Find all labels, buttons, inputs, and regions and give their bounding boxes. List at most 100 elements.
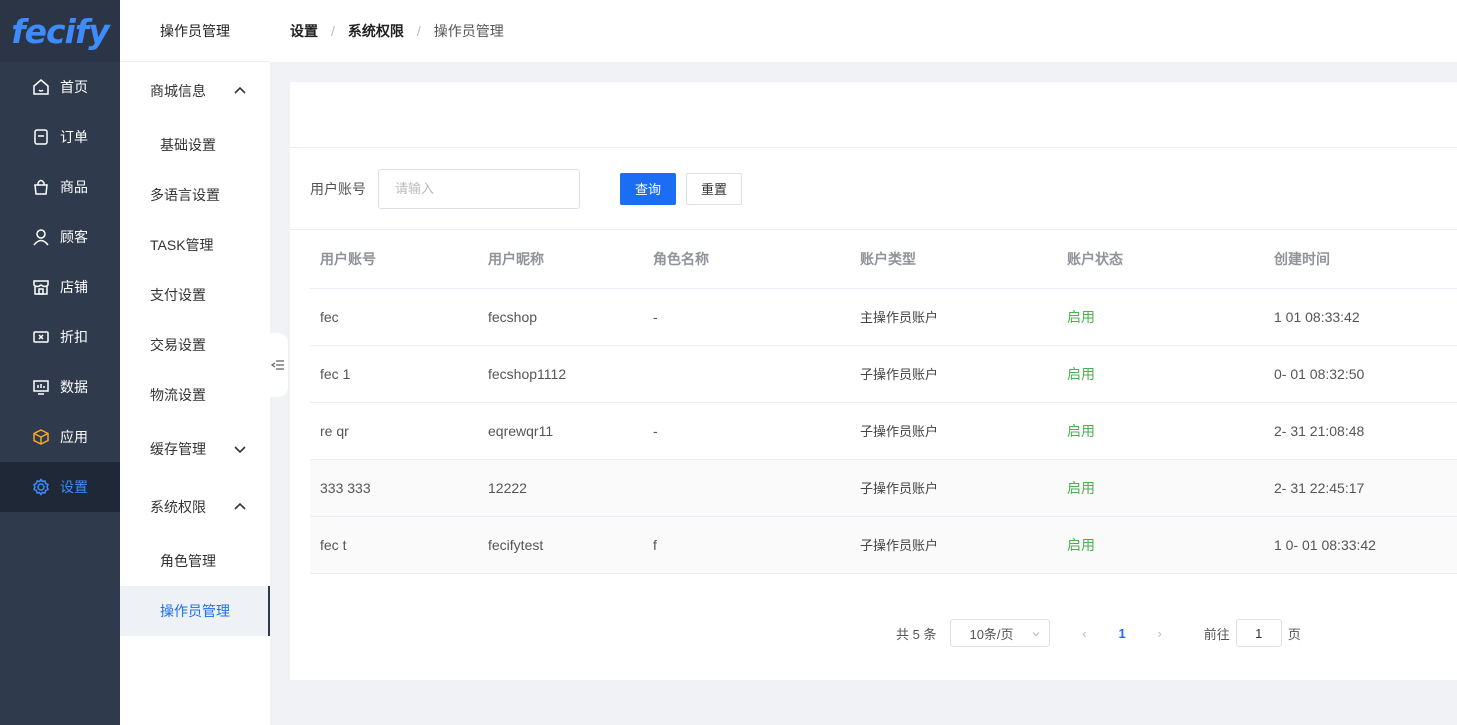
col-created: 创建时间 [1264,230,1457,289]
nav-item-data[interactable]: 数据 [0,362,120,412]
page-size-value: 10条/页 [969,626,1014,642]
col-status: 账户状态 [1057,230,1264,289]
submenu-item-payment[interactable]: 支付设置 [120,270,270,320]
nav-item-apps[interactable]: 应用 [0,412,120,462]
breadcrumb-permissions[interactable]: 系统权限 [348,21,404,41]
pagination-total: 共 5 条 [896,626,937,642]
cell-account: fec [310,288,478,346]
pagination: 共 5 条 10条/页 ‹ 1 › 前往 页 [896,619,1301,647]
nav-item-orders[interactable]: 订单 [0,112,120,162]
table-row[interactable]: fec fecshop - 主操作员账户 启用 1 01 08:33:42 [310,288,1457,346]
submenu-group-permissions[interactable]: 系统权限 [120,478,270,536]
nav-item-label: 店铺 [60,279,88,295]
table-row[interactable]: re qr eqrewqr11 - 子操作员账户 启用 2- 31 21:08:… [310,402,1457,460]
goto-suffix-label: 页 [1287,626,1301,642]
chevron-down-icon [234,446,246,454]
table-header-row: 用户账号 用户昵称 角色名称 账户类型 账户状态 创建时间 [310,230,1457,289]
query-button[interactable]: 查询 [620,172,676,205]
submenu-group-shop[interactable]: 商城信息 [120,62,270,120]
submenu-item-label: 物流设置 [150,387,206,403]
col-type: 账户类型 [850,230,1057,289]
search-form: 用户账号 查询 重置 [290,148,1457,230]
nav-item-customers[interactable]: 顾客 [0,212,120,262]
nav-item-stores[interactable]: 店铺 [0,262,120,312]
account-search-input[interactable] [378,168,580,209]
cell-created: 2- 31 22:45:17 [1264,459,1457,517]
prev-page-button[interactable]: ‹ [1078,626,1090,641]
nav-item-label: 应用 [60,429,88,445]
submenu-item-label: TASK管理 [150,237,214,253]
nav-item-settings[interactable]: 设置 [0,462,120,512]
submenu-group-label: 系统权限 [150,499,206,515]
submenu-item-operator-mgmt[interactable]: 操作员管理 [120,586,270,636]
goto-prefix-label: 前往 [1203,626,1230,642]
cell-type: 子操作员账户 [850,516,1057,574]
table-row[interactable]: fec t fecifytest f 子操作员账户 启用 1 0- 01 08:… [310,516,1457,574]
nav-item-label: 订单 [60,129,88,145]
operator-table: 用户账号 用户昵称 角色名称 账户类型 账户状态 创建时间 fec fecsho… [310,230,1457,574]
collapse-menu-icon [271,360,284,370]
collapse-sidebar-toggle[interactable] [268,333,288,397]
cell-nickname: 12222 [478,459,643,517]
table-row[interactable]: fec 1 fecshop1112 子操作员账户 启用 0- 01 08:32:… [310,345,1457,403]
breadcrumb-separator: / [416,23,421,39]
cell-type: 子操作员账户 [850,459,1057,517]
logo-text: fecify [11,11,109,51]
header-bar: 设置 / 系统权限 / 操作员管理 [270,0,1457,62]
reset-button[interactable]: 重置 [686,172,742,205]
nav-item-label: 商品 [60,179,88,195]
nav-item-products[interactable]: 商品 [0,162,120,212]
cell-status: 启用 [1057,459,1264,517]
submenu-item-label: 操作员管理 [160,603,230,619]
submenu-item-label: 支付设置 [150,287,206,303]
nav-item-home[interactable]: 首页 [0,62,120,112]
cell-account: re qr [310,402,478,460]
cell-status: 启用 [1057,288,1264,346]
page-number-current[interactable]: 1 [1118,626,1125,641]
nav-item-label: 首页 [60,79,88,95]
goto-page-input[interactable] [1235,619,1282,647]
cell-type: 子操作员账户 [850,402,1057,460]
breadcrumb-separator: / [331,23,335,39]
submenu-item-basic-settings[interactable]: 基础设置 [120,120,270,170]
settings-submenu: 操作员管理 商城信息 基础设置 多语言设置 TASK管理 支付设置 交易设置 物… [120,0,270,725]
submenu-item-trade[interactable]: 交易设置 [120,320,270,370]
submenu-title: 操作员管理 [120,0,270,62]
table-row[interactable]: 333 333 12222 子操作员账户 启用 2- 31 22:45:17 [310,459,1457,517]
cell-account: 333 333 [310,459,478,517]
brand-logo[interactable]: fecify [0,0,120,62]
cell-status: 启用 [1057,345,1264,403]
breadcrumb-current: 操作员管理 [433,23,504,39]
submenu-item-role-mgmt[interactable]: 角色管理 [120,536,270,586]
account-filter-label: 用户账号 [310,180,366,197]
col-account: 用户账号 [310,230,478,289]
submenu-group-cache[interactable]: 缓存管理 [120,420,270,478]
gear-icon [32,478,50,496]
chart-icon [32,378,50,396]
page-size-select[interactable]: 10条/页 [950,619,1051,647]
submenu-item-label: 基础设置 [160,137,216,153]
nav-item-label: 折扣 [60,329,88,345]
submenu-item-label: 角色管理 [160,553,216,569]
cell-account: fec t [310,516,478,574]
submenu-item-logistics[interactable]: 物流设置 [120,370,270,420]
nav-item-discounts[interactable]: 折扣 [0,312,120,362]
cube-icon [32,428,50,446]
cell-account: fec 1 [310,345,478,403]
chevron-up-icon [234,86,246,94]
submenu-item-multilang[interactable]: 多语言设置 [120,170,270,220]
bag-icon [32,178,50,196]
breadcrumb-settings[interactable]: 设置 [290,21,318,41]
breadcrumb: 设置 / 系统权限 / 操作员管理 [290,21,504,41]
cell-role: f [643,516,850,574]
nav-item-label: 顾客 [60,229,88,245]
col-nickname: 用户昵称 [478,230,643,289]
submenu-item-task[interactable]: TASK管理 [120,220,270,270]
submenu-group-label: 缓存管理 [150,441,206,457]
col-role: 角色名称 [643,230,850,289]
order-icon [32,128,50,146]
cell-role: - [643,288,850,346]
home-icon [32,78,50,96]
main-sidebar: fecify 首页 订单 商品 顾客 店铺 折扣 数据 应用 设置 [0,0,120,725]
next-page-button[interactable]: › [1154,626,1166,641]
